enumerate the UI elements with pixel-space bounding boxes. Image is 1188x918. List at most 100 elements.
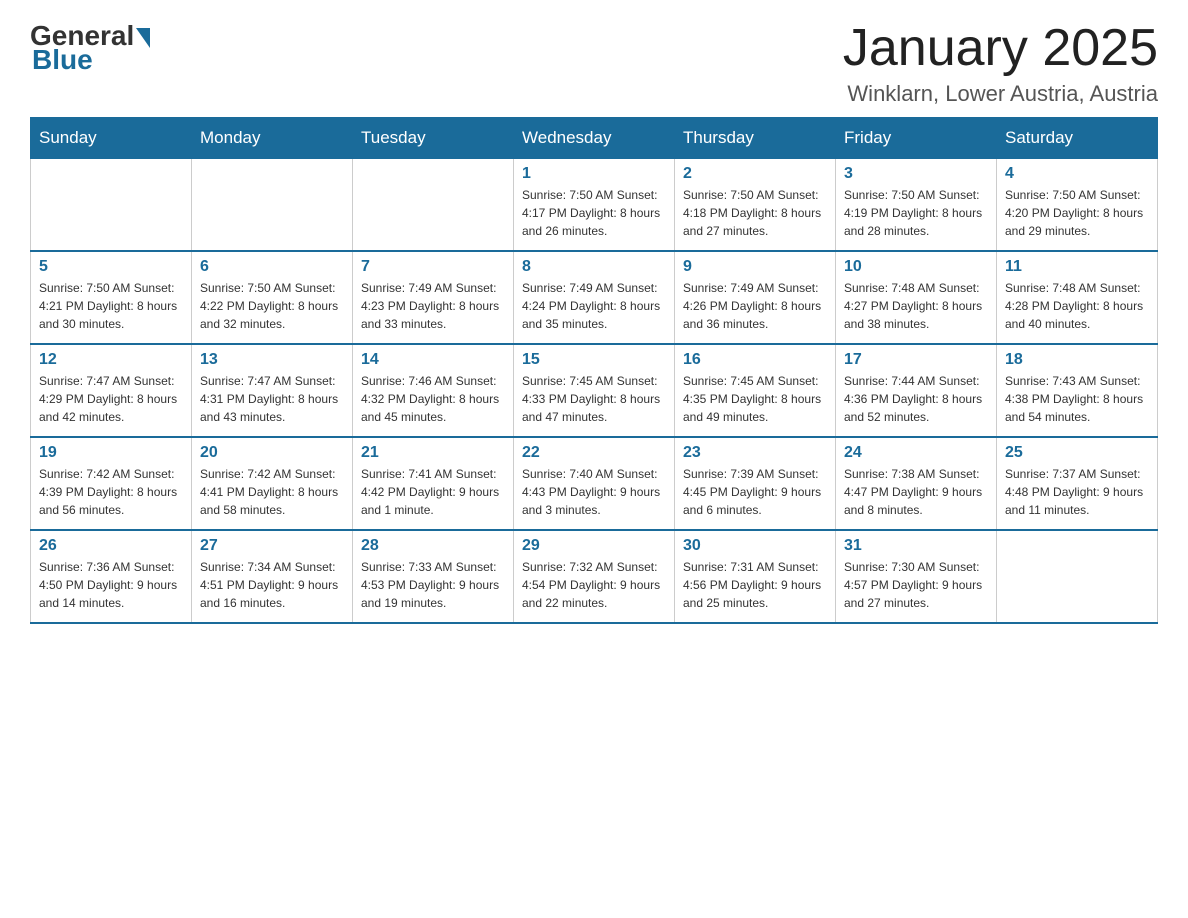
- calendar-week-row: 26 Sunrise: 7:36 AM Sunset: 4:50 PM Dayli…: [31, 530, 1158, 623]
- day-number: 18: [1005, 351, 1149, 369]
- day-info: Sunrise: 7:41 AM Sunset: 4:42 PM Dayligh…: [361, 465, 505, 519]
- day-number: 27: [200, 537, 344, 555]
- header-cell-monday: Monday: [192, 118, 353, 159]
- calendar-cell: 7 Sunrise: 7:49 AM Sunset: 4:23 PM Daylig…: [353, 251, 514, 344]
- day-number: 8: [522, 258, 666, 276]
- day-number: 7: [361, 258, 505, 276]
- day-info: Sunrise: 7:50 AM Sunset: 4:20 PM Dayligh…: [1005, 186, 1149, 240]
- calendar-cell: 23 Sunrise: 7:39 AM Sunset: 4:45 PM Dayli…: [675, 437, 836, 530]
- calendar-cell: 24Sunrise: 7:38 AM Sunset: 4:47 PM Dayli…: [836, 437, 997, 530]
- day-info: Sunrise: 7:49 AM Sunset: 4:23 PM Dayligh…: [361, 279, 505, 333]
- day-info: Sunrise: 7:50 AM Sunset: 4:17 PM Dayligh…: [522, 186, 666, 240]
- calendar-table: SundayMondayTuesdayWednesdayThursdayFrid…: [30, 117, 1158, 624]
- page-header: General Blue January 2025 Winklarn, Lowe…: [30, 20, 1158, 107]
- day-number: 19: [39, 444, 183, 462]
- calendar-cell: 22 Sunrise: 7:40 AM Sunset: 4:43 PM Dayli…: [514, 437, 675, 530]
- day-number: 12: [39, 351, 183, 369]
- day-number: 25: [1005, 444, 1149, 462]
- day-info: Sunrise: 7:49 AM Sunset: 4:24 PM Dayligh…: [522, 279, 666, 333]
- calendar-cell: 28Sunrise: 7:33 AM Sunset: 4:53 PM Dayli…: [353, 530, 514, 623]
- calendar-cell: [353, 159, 514, 252]
- calendar-cell: 20 Sunrise: 7:42 AM Sunset: 4:41 PM Dayli…: [192, 437, 353, 530]
- calendar-cell: 19 Sunrise: 7:42 AM Sunset: 4:39 PM Dayli…: [31, 437, 192, 530]
- day-info: Sunrise: 7:45 AM Sunset: 4:33 PM Dayligh…: [522, 372, 666, 426]
- calendar-header-row: SundayMondayTuesdayWednesdayThursdayFrid…: [31, 118, 1158, 159]
- day-number: 31: [844, 537, 988, 555]
- day-info: Sunrise: 7:47 AM Sunset: 4:29 PM Dayligh…: [39, 372, 183, 426]
- day-number: 30: [683, 537, 827, 555]
- day-info: Sunrise: 7:48 AM Sunset: 4:27 PM Dayligh…: [844, 279, 988, 333]
- day-info: Sunrise: 7:42 AM Sunset: 4:41 PM Dayligh…: [200, 465, 344, 519]
- calendar-cell: 18Sunrise: 7:43 AM Sunset: 4:38 PM Dayli…: [997, 344, 1158, 437]
- day-info: Sunrise: 7:36 AM Sunset: 4:50 PM Dayligh…: [39, 558, 183, 612]
- day-number: 14: [361, 351, 505, 369]
- day-number: 20: [200, 444, 344, 462]
- day-number: 15: [522, 351, 666, 369]
- day-info: Sunrise: 7:45 AM Sunset: 4:35 PM Dayligh…: [683, 372, 827, 426]
- day-number: 10: [844, 258, 988, 276]
- logo: General Blue: [30, 20, 152, 76]
- calendar-subtitle: Winklarn, Lower Austria, Austria: [843, 81, 1158, 107]
- calendar-cell: 27Sunrise: 7:34 AM Sunset: 4:51 PM Dayli…: [192, 530, 353, 623]
- calendar-cell: 31 Sunrise: 7:30 AM Sunset: 4:57 PM Dayli…: [836, 530, 997, 623]
- calendar-cell: 11Sunrise: 7:48 AM Sunset: 4:28 PM Dayli…: [997, 251, 1158, 344]
- calendar-cell: 10 Sunrise: 7:48 AM Sunset: 4:27 PM Dayli…: [836, 251, 997, 344]
- day-number: 26: [39, 537, 183, 555]
- calendar-cell: 6 Sunrise: 7:50 AM Sunset: 4:22 PM Daylig…: [192, 251, 353, 344]
- calendar-cell: 1 Sunrise: 7:50 AM Sunset: 4:17 PM Daylig…: [514, 159, 675, 252]
- calendar-week-row: 1 Sunrise: 7:50 AM Sunset: 4:17 PM Daylig…: [31, 159, 1158, 252]
- calendar-cell: 4 Sunrise: 7:50 AM Sunset: 4:20 PM Daylig…: [997, 159, 1158, 252]
- day-number: 23: [683, 444, 827, 462]
- day-info: Sunrise: 7:32 AM Sunset: 4:54 PM Dayligh…: [522, 558, 666, 612]
- day-info: Sunrise: 7:40 AM Sunset: 4:43 PM Dayligh…: [522, 465, 666, 519]
- day-info: Sunrise: 7:31 AM Sunset: 4:56 PM Dayligh…: [683, 558, 827, 612]
- logo-arrow-icon: [136, 28, 150, 48]
- day-number: 1: [522, 165, 666, 183]
- calendar-cell: 3 Sunrise: 7:50 AM Sunset: 4:19 PM Daylig…: [836, 159, 997, 252]
- calendar-cell: 15 Sunrise: 7:45 AM Sunset: 4:33 PM Dayli…: [514, 344, 675, 437]
- calendar-cell: 21Sunrise: 7:41 AM Sunset: 4:42 PM Dayli…: [353, 437, 514, 530]
- day-number: 29: [522, 537, 666, 555]
- calendar-cell: 12 Sunrise: 7:47 AM Sunset: 4:29 PM Dayli…: [31, 344, 192, 437]
- day-info: Sunrise: 7:46 AM Sunset: 4:32 PM Dayligh…: [361, 372, 505, 426]
- calendar-week-row: 5Sunrise: 7:50 AM Sunset: 4:21 PM Daylig…: [31, 251, 1158, 344]
- logo-blue-text: Blue: [32, 44, 93, 75]
- day-number: 22: [522, 444, 666, 462]
- header-cell-saturday: Saturday: [997, 118, 1158, 159]
- day-number: 11: [1005, 258, 1149, 276]
- day-info: Sunrise: 7:42 AM Sunset: 4:39 PM Dayligh…: [39, 465, 183, 519]
- day-number: 6: [200, 258, 344, 276]
- calendar-cell: 16 Sunrise: 7:45 AM Sunset: 4:35 PM Dayli…: [675, 344, 836, 437]
- calendar-title: January 2025: [843, 20, 1158, 77]
- day-info: Sunrise: 7:50 AM Sunset: 4:18 PM Dayligh…: [683, 186, 827, 240]
- calendar-cell: 17Sunrise: 7:44 AM Sunset: 4:36 PM Dayli…: [836, 344, 997, 437]
- calendar-cell: 14 Sunrise: 7:46 AM Sunset: 4:32 PM Dayli…: [353, 344, 514, 437]
- day-info: Sunrise: 7:44 AM Sunset: 4:36 PM Dayligh…: [844, 372, 988, 426]
- day-number: 2: [683, 165, 827, 183]
- calendar-cell: 30 Sunrise: 7:31 AM Sunset: 4:56 PM Dayli…: [675, 530, 836, 623]
- calendar-cell: [997, 530, 1158, 623]
- day-number: 24: [844, 444, 988, 462]
- day-number: 9: [683, 258, 827, 276]
- header-cell-thursday: Thursday: [675, 118, 836, 159]
- calendar-cell: 25Sunrise: 7:37 AM Sunset: 4:48 PM Dayli…: [997, 437, 1158, 530]
- day-info: Sunrise: 7:39 AM Sunset: 4:45 PM Dayligh…: [683, 465, 827, 519]
- title-block: January 2025 Winklarn, Lower Austria, Au…: [843, 20, 1158, 107]
- header-cell-tuesday: Tuesday: [353, 118, 514, 159]
- header-cell-wednesday: Wednesday: [514, 118, 675, 159]
- calendar-week-row: 19 Sunrise: 7:42 AM Sunset: 4:39 PM Dayli…: [31, 437, 1158, 530]
- day-number: 13: [200, 351, 344, 369]
- day-info: Sunrise: 7:50 AM Sunset: 4:21 PM Dayligh…: [39, 279, 183, 333]
- calendar-cell: 9Sunrise: 7:49 AM Sunset: 4:26 PM Daylig…: [675, 251, 836, 344]
- calendar-cell: 2 Sunrise: 7:50 AM Sunset: 4:18 PM Daylig…: [675, 159, 836, 252]
- calendar-cell: [31, 159, 192, 252]
- day-info: Sunrise: 7:33 AM Sunset: 4:53 PM Dayligh…: [361, 558, 505, 612]
- day-info: Sunrise: 7:50 AM Sunset: 4:22 PM Dayligh…: [200, 279, 344, 333]
- day-number: 16: [683, 351, 827, 369]
- day-number: 4: [1005, 165, 1149, 183]
- day-info: Sunrise: 7:50 AM Sunset: 4:19 PM Dayligh…: [844, 186, 988, 240]
- day-info: Sunrise: 7:47 AM Sunset: 4:31 PM Dayligh…: [200, 372, 344, 426]
- day-number: 3: [844, 165, 988, 183]
- day-info: Sunrise: 7:30 AM Sunset: 4:57 PM Dayligh…: [844, 558, 988, 612]
- header-cell-sunday: Sunday: [31, 118, 192, 159]
